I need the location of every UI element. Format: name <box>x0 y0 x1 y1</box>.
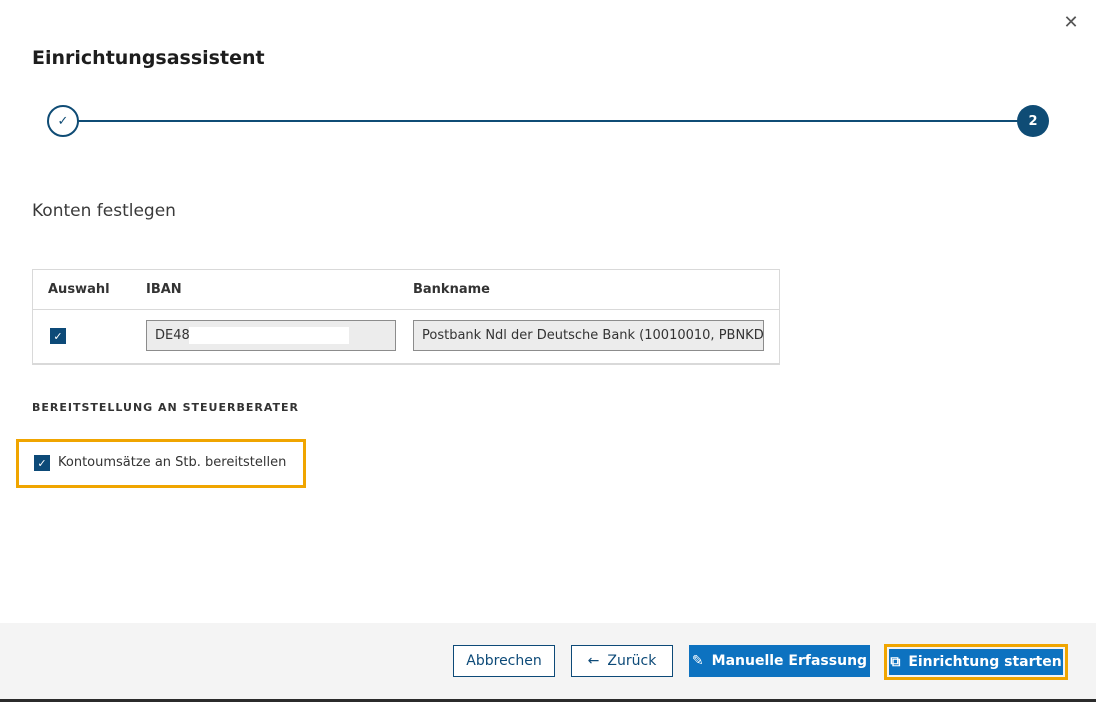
column-header-iban: IBAN <box>146 282 182 297</box>
stepper-line <box>77 120 1019 122</box>
table-header: Auswahl IBAN Bankname <box>33 270 779 310</box>
setup-wizard-dialog: ✕ Einrichtungsassistent ✓ 2 Konten festl… <box>0 0 1096 702</box>
column-header-bankname: Bankname <box>413 282 490 297</box>
stb-provision-label[interactable]: Kontoumsätze an Stb. bereitstellen <box>58 455 286 470</box>
stb-provision-option: ✓ Kontoumsätze an Stb. bereitstellen <box>16 439 306 488</box>
iban-field[interactable]: DE48 <box>146 320 396 351</box>
checkmark-icon: ✓ <box>57 113 69 129</box>
bankname-field[interactable]: Postbank Ndl der Deutsche Bank (10010010… <box>413 320 764 351</box>
iban-redaction <box>189 327 349 344</box>
stb-provision-checkbox[interactable]: ✓ <box>34 455 50 471</box>
pencil-icon: ✎ <box>691 653 704 669</box>
manual-entry-button[interactable]: ✎ Manuelle Erfassung <box>689 645 870 677</box>
provision-heading: BEREITSTELLUNG AN STEUERBERATER <box>32 401 299 414</box>
start-label: Einrichtung starten <box>908 654 1062 670</box>
arrow-left-icon: ← <box>587 653 600 669</box>
dialog-title: Einrichtungsassistent <box>32 47 265 69</box>
external-link-icon: ⧉ <box>890 654 901 670</box>
row-select-checkbox[interactable]: ✓ <box>50 328 66 344</box>
step-2-current: 2 <box>1017 105 1049 137</box>
section-title: Konten festlegen <box>32 201 176 221</box>
step-1-completed: ✓ <box>47 105 79 137</box>
wizard-stepper: ✓ 2 <box>47 105 1049 137</box>
cancel-label: Abbrechen <box>466 653 542 669</box>
back-button[interactable]: ← Zurück <box>571 645 673 677</box>
manual-label: Manuelle Erfassung <box>711 653 868 669</box>
iban-value: DE48 <box>155 328 190 343</box>
bankname-value: Postbank Ndl der Deutsche Bank (10010010… <box>422 328 764 343</box>
column-header-auswahl: Auswahl <box>48 282 110 297</box>
close-icon[interactable]: ✕ <box>1060 12 1082 34</box>
checkmark-icon: ✓ <box>37 456 47 470</box>
accounts-table: Auswahl IBAN Bankname ✓ DE48 Postbank Nd… <box>32 269 780 365</box>
table-row: ✓ DE48 Postbank Ndl der Deutsche Bank (1… <box>33 310 779 364</box>
cancel-button[interactable]: Abbrechen <box>453 645 555 677</box>
start-setup-button[interactable]: ⧉ Einrichtung starten <box>889 649 1063 675</box>
step-number: 2 <box>1028 113 1038 129</box>
checkmark-icon: ✓ <box>53 329 63 343</box>
dialog-footer: Abbrechen ← Zurück ✎ Manuelle Erfassung … <box>0 623 1096 699</box>
back-label: Zurück <box>607 653 657 669</box>
